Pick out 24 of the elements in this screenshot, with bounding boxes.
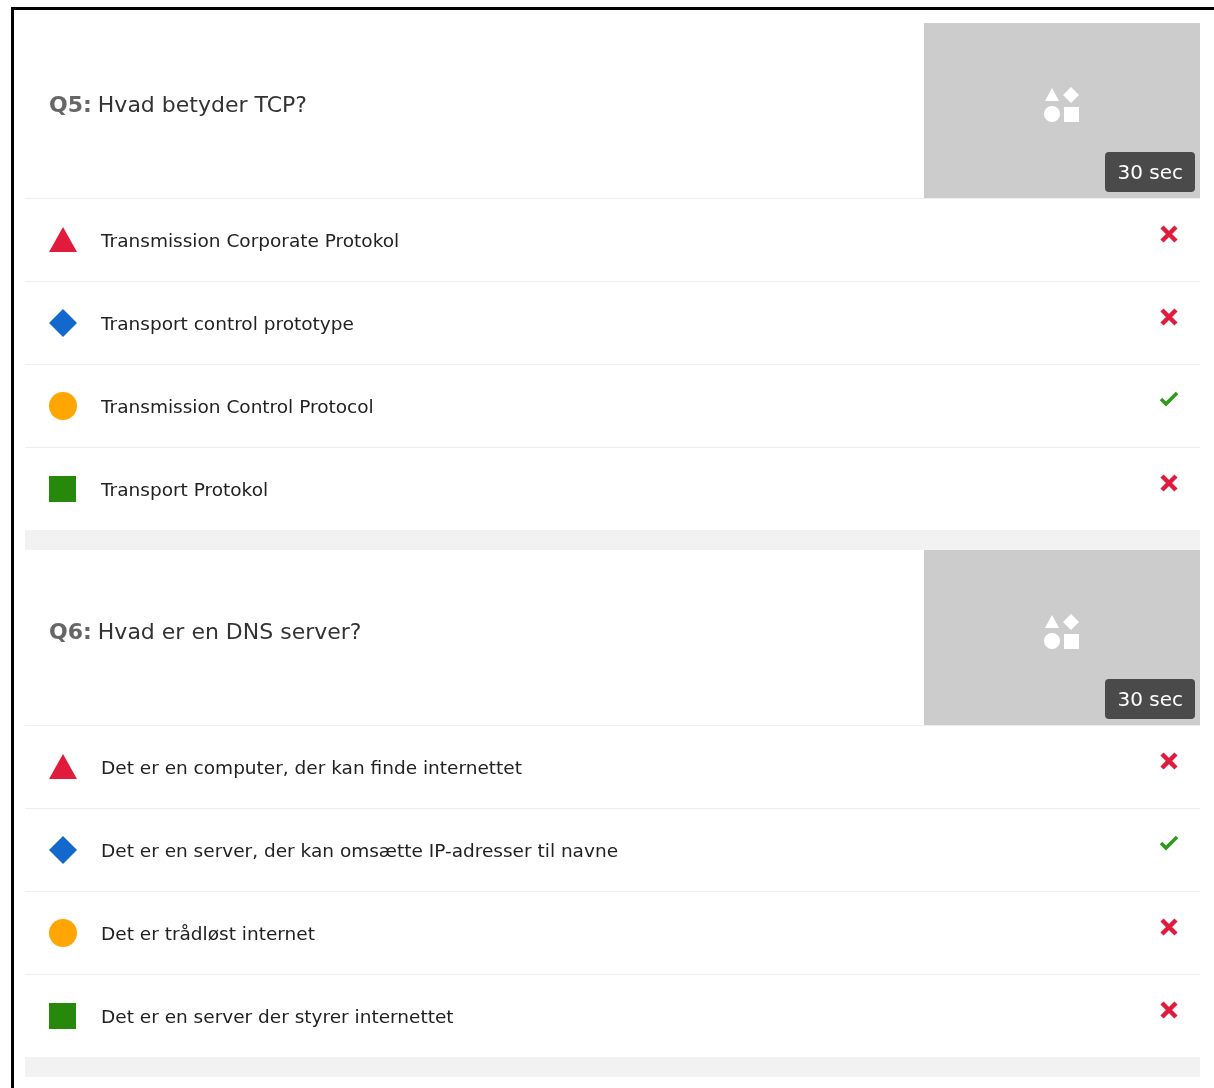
square-icon xyxy=(49,475,77,503)
circle-icon xyxy=(49,392,77,420)
answer-text: Transport control prototype xyxy=(101,312,355,334)
square-icon xyxy=(49,1002,77,1030)
question-text: Hvad betyder TCP? xyxy=(97,92,307,117)
answer-text: Transport Protokol xyxy=(101,478,270,500)
question-number: Q6: xyxy=(49,619,92,644)
triangle-icon xyxy=(49,226,77,254)
question-number: Q5: xyxy=(49,92,92,117)
circle-icon xyxy=(49,919,77,947)
answer-text: Transmission Corporate Protokol xyxy=(101,229,401,251)
answer-text: Det er en server, der kan omsætte IP-adresser til navne xyxy=(101,839,619,861)
answer-text: Det er en server der styrer internettet xyxy=(101,1005,455,1027)
answer-text: Transmission Control Protocol xyxy=(101,395,375,417)
diamond-icon xyxy=(49,309,77,337)
question-text: Hvad er en DNS server? xyxy=(97,619,362,644)
diamond-icon xyxy=(49,836,77,864)
triangle-icon xyxy=(49,753,77,781)
answer-text: Det er en computer, der kan finde internettet xyxy=(101,756,523,778)
shapes-icon xyxy=(1044,613,1080,650)
answer-text: Det er trådløst internet xyxy=(101,922,316,944)
time-limit-badge: 30 sec xyxy=(1105,152,1195,192)
shapes-icon xyxy=(1044,86,1080,123)
time-limit-badge: 30 sec xyxy=(1105,679,1195,719)
